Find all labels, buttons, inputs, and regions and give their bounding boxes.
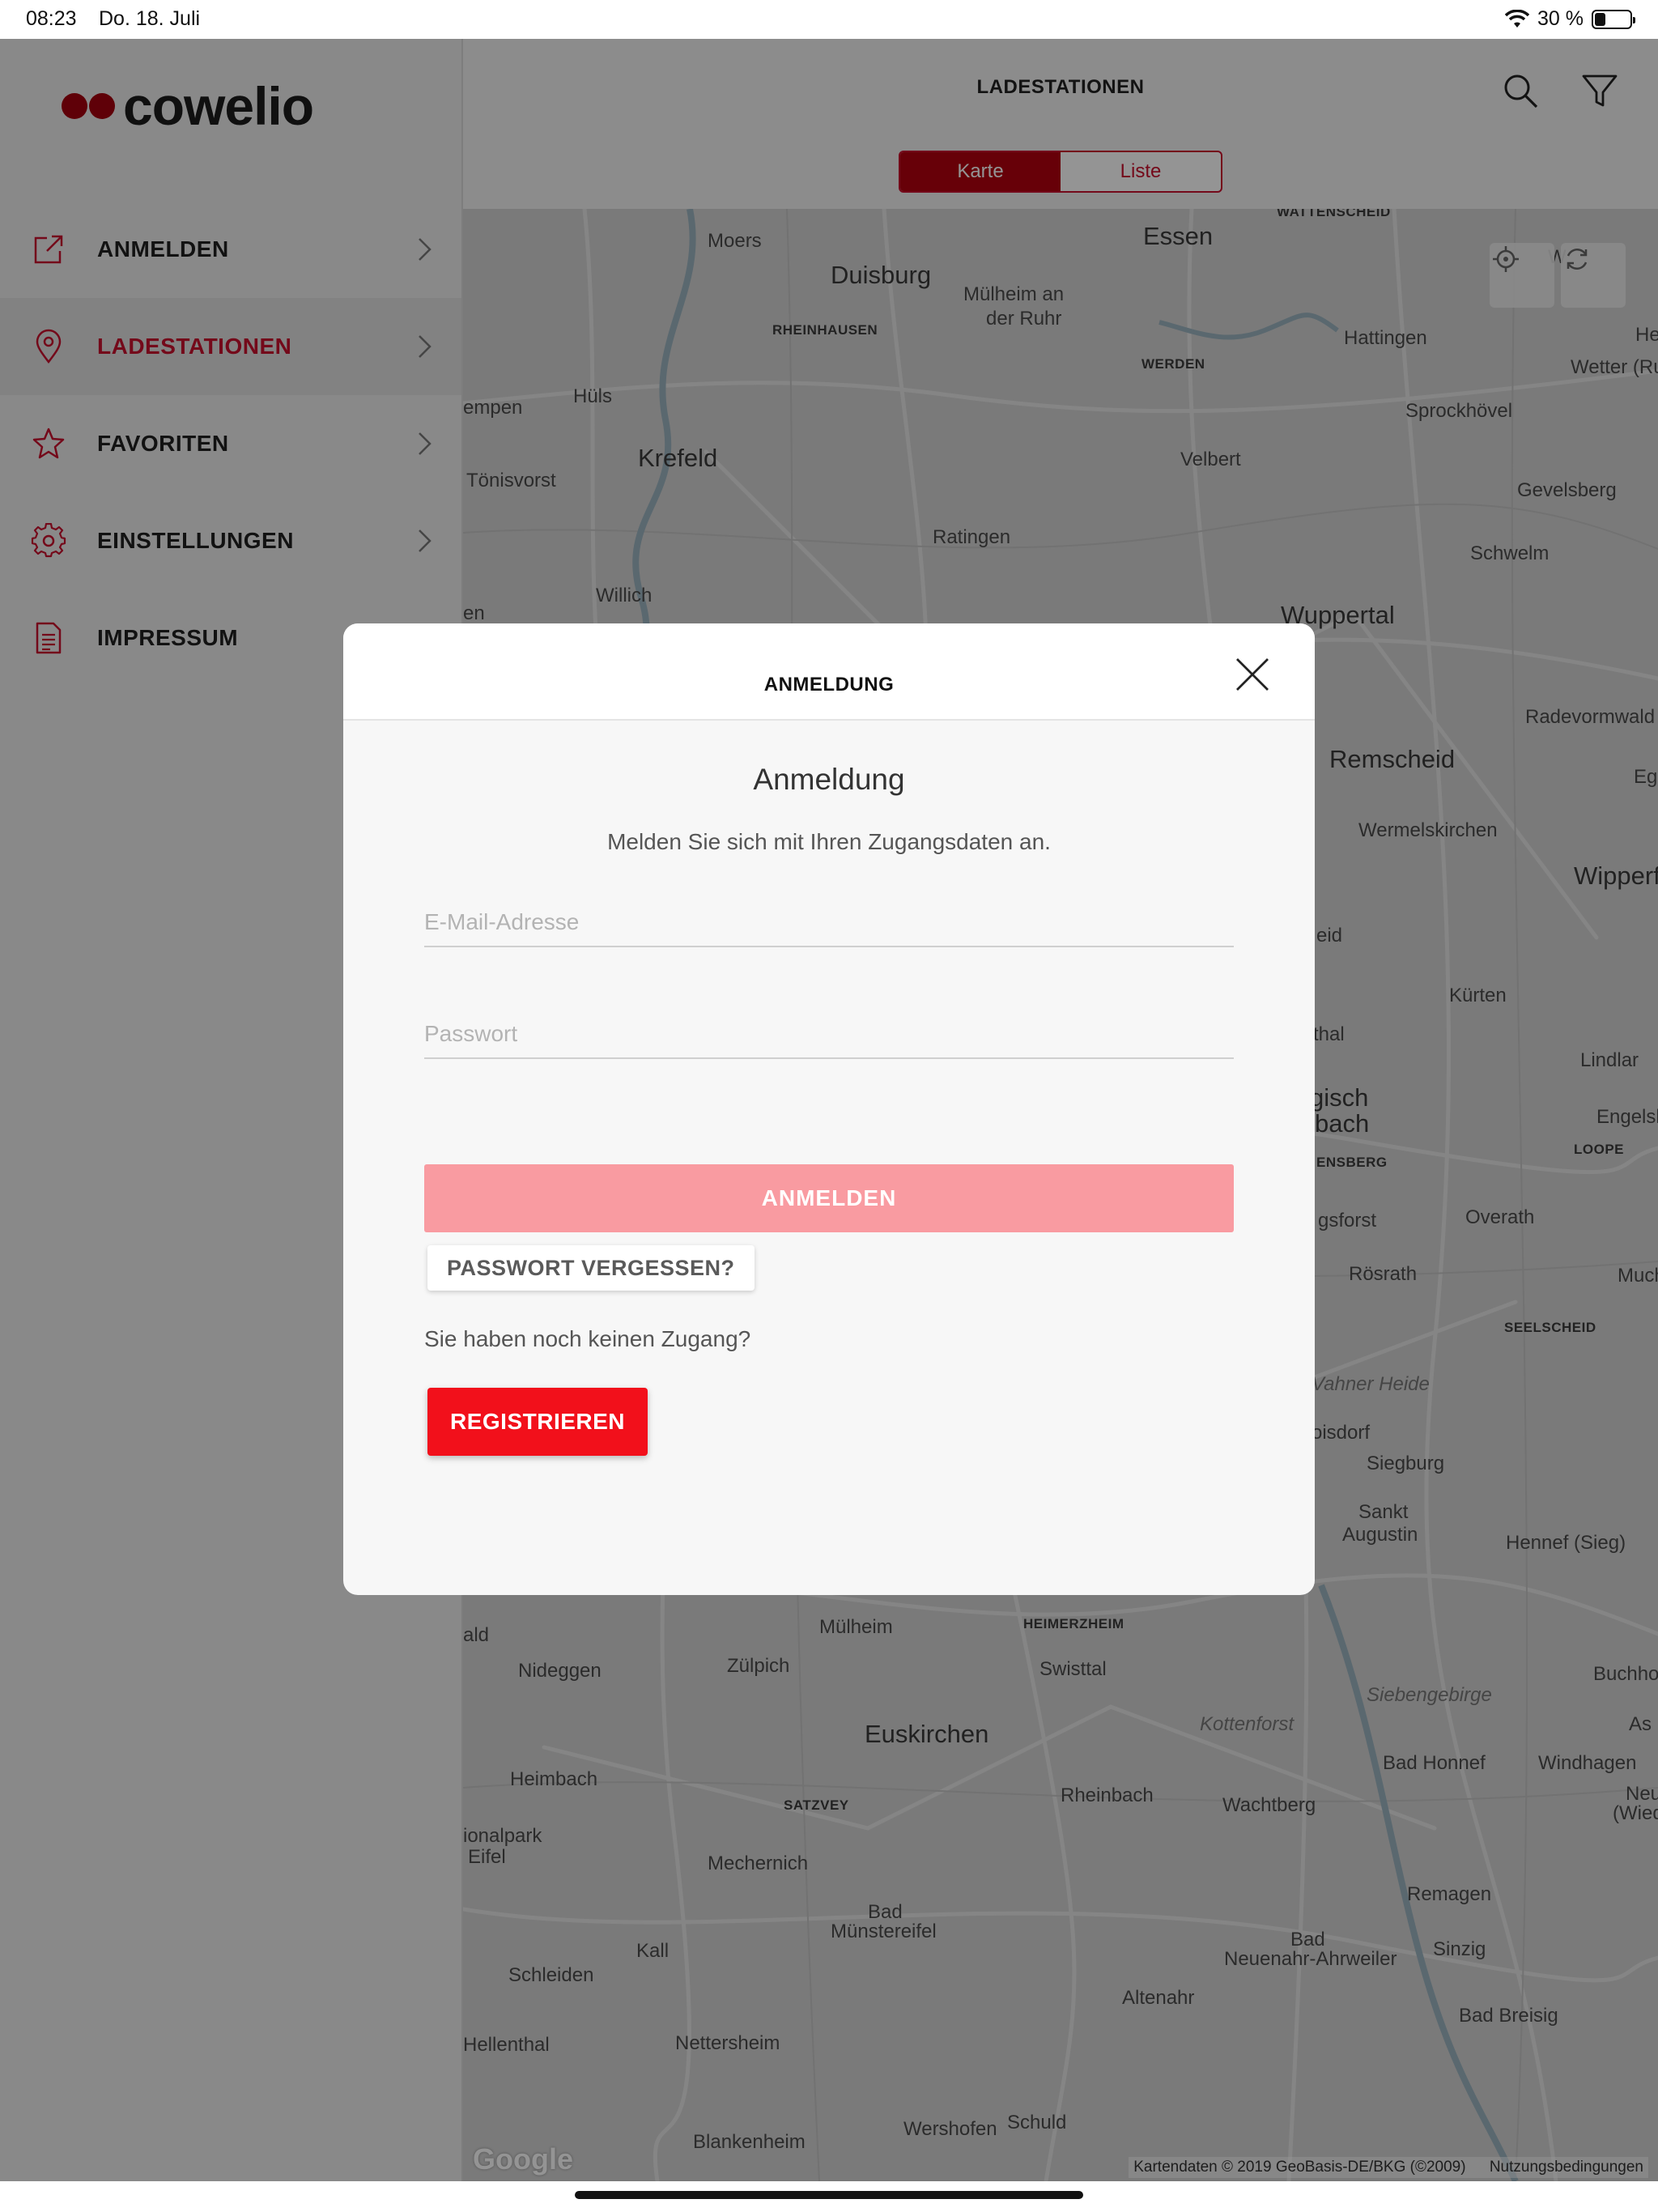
status-right: 30 % <box>1505 7 1635 31</box>
home-indicator-area <box>0 2181 1658 2212</box>
login-button[interactable]: ANMELDEN <box>424 1164 1234 1232</box>
battery-fill <box>1595 12 1605 26</box>
password-field[interactable] <box>424 1010 1234 1059</box>
status-time: 08:23 <box>26 7 77 30</box>
modal-title: ANMELDUNG <box>763 674 895 696</box>
battery-icon <box>1592 9 1635 29</box>
wifi-icon <box>1505 9 1530 28</box>
login-modal: ANMELDUNG Anmeldung Melden Sie sich mit … <box>343 623 1315 1595</box>
home-indicator[interactable] <box>575 2191 1083 2199</box>
login-heading: Anmeldung <box>753 763 905 796</box>
modal-header: ANMELDUNG <box>343 623 1315 721</box>
login-subtitle: Melden Sie sich mit Ihren Zugangsdaten a… <box>607 829 1051 854</box>
close-icon[interactable] <box>1234 656 1271 693</box>
register-button[interactable]: REGISTRIEREN <box>427 1388 648 1456</box>
status-bar: 08:23 Do. 18. Juli 30 % <box>0 0 1658 39</box>
no-access-text: Sie haben noch keinen Zugang? <box>424 1326 751 1351</box>
email-field[interactable] <box>424 899 1234 947</box>
forgot-password-button[interactable]: PASSWORT VERGESSEN? <box>427 1245 755 1291</box>
battery-percent: 30 % <box>1537 7 1584 30</box>
status-date: Do. 18. Juli <box>99 7 201 30</box>
